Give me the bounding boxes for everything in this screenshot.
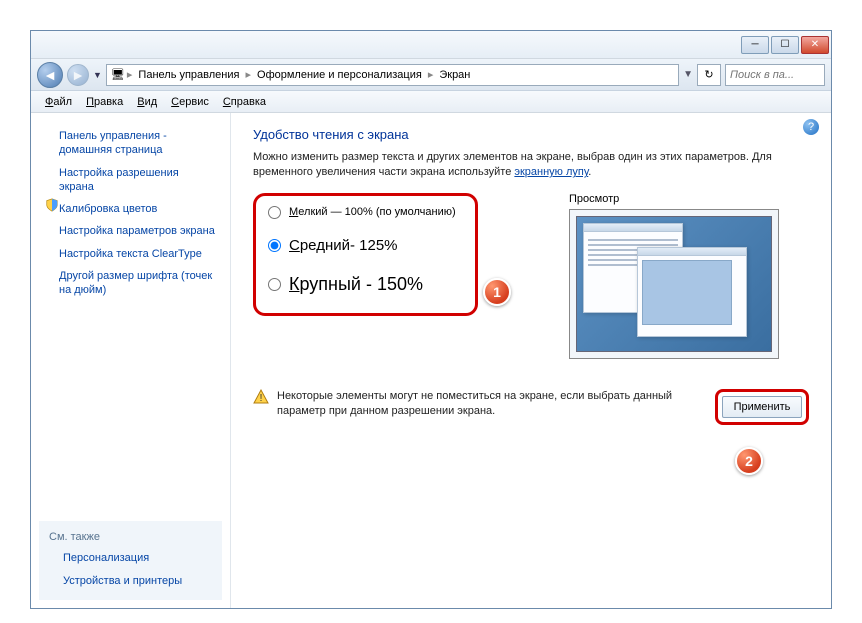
preview: Просмотр: [569, 193, 799, 359]
crumb-mid[interactable]: Оформление и персонализация: [253, 67, 426, 83]
warning-text: Некоторые элементы могут не поместиться …: [277, 389, 707, 420]
see-also-header: См. также: [43, 529, 218, 547]
annotation-badge-1: 1: [483, 278, 511, 306]
window: ─ ☐ ✕ ◄ ► ▼ 🖥 ▸ Панель управления ▸ Офор…: [30, 30, 832, 609]
main-content: ? Удобство чтения с экрана Можно изменит…: [231, 113, 831, 608]
option-small[interactable]: Мелкий — 100% (по умолчанию): [268, 206, 463, 219]
menu-help[interactable]: Справка: [217, 94, 272, 110]
maximize-button[interactable]: ☐: [771, 36, 799, 54]
radio-medium[interactable]: [268, 239, 281, 252]
sidebar-resolution[interactable]: Настройка разрешения экрана: [39, 162, 222, 199]
preview-label: Просмотр: [569, 193, 799, 205]
menubar: Файл Правка Вид Сервис Справка: [31, 91, 831, 113]
preview-frame: [569, 209, 779, 359]
sidebar-personalization[interactable]: Персонализация: [43, 547, 218, 569]
monitor-icon: 🖥: [111, 68, 125, 81]
apply-button[interactable]: Применить: [722, 396, 802, 418]
menu-view[interactable]: Вид: [131, 94, 163, 110]
minimize-button[interactable]: ─: [741, 36, 769, 54]
apply-highlight: Применить: [715, 389, 809, 425]
menu-edit[interactable]: Правка: [80, 94, 129, 110]
sidebar-home[interactable]: Панель управления - домашняя страница: [39, 125, 222, 162]
sidebar-calibration[interactable]: Калибровка цветов: [39, 198, 222, 220]
annotation-badge-2: 2: [735, 447, 763, 475]
menu-tools[interactable]: Сервис: [165, 94, 215, 110]
refresh-button[interactable]: ↻: [697, 64, 721, 86]
warning-row: ! Некоторые элементы могут не поместитьс…: [253, 389, 809, 425]
back-button[interactable]: ◄: [37, 62, 63, 88]
sidebar-params[interactable]: Настройка параметров экрана: [39, 220, 222, 242]
chevron-down-icon[interactable]: ▼: [93, 70, 102, 80]
radio-large[interactable]: [268, 278, 281, 291]
sidebar-dpi[interactable]: Другой размер шрифта (точек на дюйм): [39, 265, 222, 302]
svg-text:!: !: [260, 393, 263, 404]
crumb-root[interactable]: Панель управления: [134, 67, 243, 83]
sidebar-devices[interactable]: Устройства и принтеры: [43, 570, 218, 592]
close-button[interactable]: ✕: [801, 36, 829, 54]
warning-icon: !: [253, 389, 269, 405]
option-medium[interactable]: Средний- 125%: [268, 219, 463, 264]
menu-file[interactable]: Файл: [39, 94, 78, 110]
page-title: Удобство чтения с экрана: [253, 127, 809, 142]
crumb-leaf[interactable]: Экран: [435, 67, 474, 83]
magnifier-link[interactable]: экранную лупу: [514, 166, 588, 178]
scaling-options: Мелкий — 100% (по умолчанию) Средний- 12…: [253, 193, 478, 316]
option-large[interactable]: Крупный - 150%: [268, 264, 463, 295]
title-bar: ─ ☐ ✕: [31, 31, 831, 59]
sidebar-cleartype[interactable]: Настройка текста ClearType: [39, 243, 222, 265]
shield-icon: [45, 198, 59, 212]
page-description: Можно изменить размер текста и других эл…: [253, 150, 809, 181]
address-bar: ◄ ► ▼ 🖥 ▸ Панель управления ▸ Оформление…: [31, 59, 831, 91]
sidebar: Панель управления - домашняя страница На…: [31, 113, 231, 608]
radio-small[interactable]: [268, 206, 281, 219]
search-input[interactable]: [725, 64, 825, 86]
forward-button[interactable]: ►: [67, 64, 89, 86]
help-icon[interactable]: ?: [803, 119, 819, 135]
breadcrumb: 🖥 ▸ Панель управления ▸ Оформление и пер…: [106, 64, 679, 86]
see-also: См. также Персонализация Устройства и пр…: [39, 521, 222, 600]
